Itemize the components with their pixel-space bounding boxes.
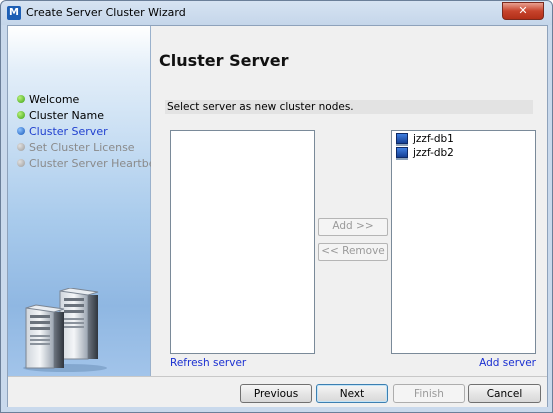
- next-button[interactable]: Next: [316, 384, 388, 403]
- server-name: jzzf-db1: [413, 132, 454, 145]
- selected-servers-list[interactable]: jzzf-db1 jzzf-db2: [391, 130, 536, 354]
- pending-step-icon: [17, 159, 25, 167]
- step-list: Welcome Cluster Name Cluster Server Set …: [17, 91, 167, 171]
- step-label: Cluster Server Heartbeat: [29, 156, 167, 170]
- refresh-server-link[interactable]: Refresh server: [170, 357, 246, 369]
- completed-step-icon: [17, 111, 25, 119]
- instruction-text: Select server as new cluster nodes.: [165, 100, 533, 114]
- server-node-icon: [396, 147, 408, 160]
- step-set-cluster-license: Set Cluster License: [17, 139, 167, 155]
- button-bar: Previous Next Finish Cancel: [8, 376, 547, 407]
- server-node-icon: [396, 133, 408, 146]
- app-logo-icon: M: [7, 6, 21, 20]
- completed-step-icon: [17, 95, 25, 103]
- close-button[interactable]: ✕: [502, 2, 544, 20]
- step-cluster-server-heartbeat: Cluster Server Heartbeat: [17, 155, 167, 171]
- cancel-button[interactable]: Cancel: [468, 384, 541, 403]
- list-item[interactable]: jzzf-db2: [392, 146, 535, 160]
- finish-button[interactable]: Finish: [393, 384, 465, 403]
- add-server-link[interactable]: Add server: [479, 357, 536, 369]
- window-title: Create Server Cluster Wizard: [26, 6, 186, 19]
- title-bar[interactable]: M Create Server Cluster Wizard ✕: [1, 1, 552, 25]
- list-item[interactable]: jzzf-db1: [392, 132, 535, 146]
- wizard-body: Welcome Cluster Name Cluster Server Set …: [7, 25, 548, 407]
- wizard-window: M Create Server Cluster Wizard ✕ Welcome…: [0, 0, 553, 413]
- previous-button[interactable]: Previous: [240, 384, 312, 403]
- page-title: Cluster Server: [159, 51, 289, 70]
- add-button[interactable]: Add >>: [318, 218, 388, 236]
- step-cluster-name: Cluster Name: [17, 107, 167, 123]
- remove-button[interactable]: << Remove: [318, 243, 388, 261]
- wizard-content: Cluster Server Select server as new clus…: [151, 26, 547, 376]
- server-name: jzzf-db2: [413, 146, 454, 159]
- wizard-sidebar: Welcome Cluster Name Cluster Server Set …: [8, 26, 167, 376]
- current-step-icon: [17, 127, 25, 135]
- step-label: Welcome: [29, 92, 80, 106]
- step-label: Cluster Server: [29, 124, 108, 138]
- step-cluster-server: Cluster Server: [17, 123, 167, 139]
- available-servers-list[interactable]: [170, 130, 315, 354]
- pending-step-icon: [17, 143, 25, 151]
- step-label: Set Cluster License: [29, 140, 135, 154]
- server-towers-icon: [23, 288, 107, 372]
- step-welcome: Welcome: [17, 91, 167, 107]
- step-label: Cluster Name: [29, 108, 104, 122]
